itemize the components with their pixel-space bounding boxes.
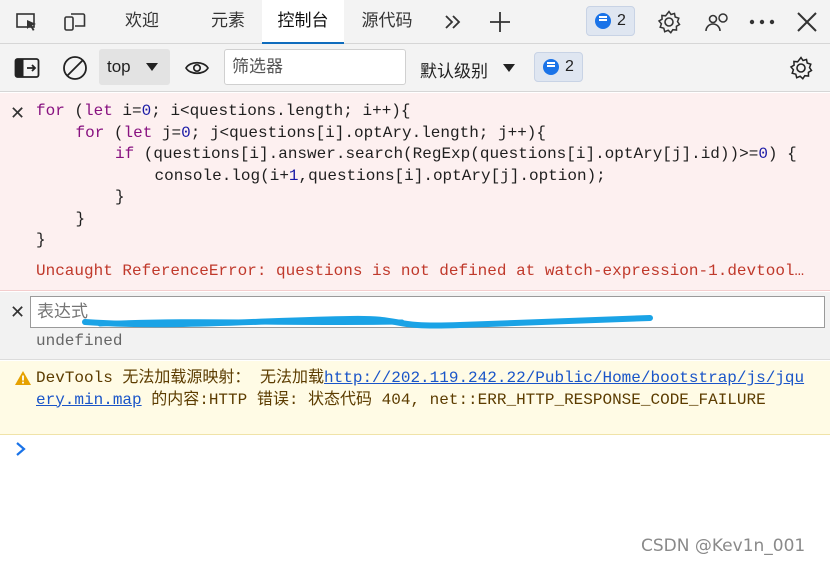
code-token: 0 bbox=[758, 145, 768, 163]
expression-code[interactable]: for (let i=0; i<questions.length; i++){f… bbox=[36, 101, 797, 252]
console-toolbar: top 默认级别 2 bbox=[0, 44, 830, 92]
code-line: for (let i=0; i<questions.length; i++){ bbox=[36, 101, 797, 123]
code-line: for (let j=0; j<questions[i].optAry.leng… bbox=[36, 123, 797, 145]
code-token: let bbox=[123, 123, 153, 142]
chevron-down-icon bbox=[503, 64, 515, 72]
message-bubble-icon bbox=[543, 59, 559, 75]
chevron-double-right-icon[interactable] bbox=[438, 7, 468, 37]
error-message: Uncaught ReferenceError: questions is no… bbox=[36, 262, 805, 280]
javascript-context-select[interactable]: top bbox=[99, 49, 170, 85]
code-token: if bbox=[115, 145, 135, 163]
warning-prefix: DevTools 无法加载源映射： 无法加载 bbox=[36, 369, 325, 387]
code-token: ; i<questions.length; i++){ bbox=[151, 102, 411, 120]
code-token: ( bbox=[104, 123, 124, 142]
console-issues-count: 2 bbox=[565, 58, 574, 75]
gear-icon[interactable] bbox=[654, 7, 684, 37]
code-token: } bbox=[75, 209, 86, 228]
message-bubble-icon bbox=[595, 13, 611, 29]
device-emulation-icon[interactable] bbox=[60, 7, 90, 37]
code-token: ) { bbox=[767, 145, 797, 163]
clear-console-icon[interactable] bbox=[60, 53, 90, 83]
code-token: (questions[i].answer.search(RegExp(quest… bbox=[134, 145, 759, 163]
code-token: for bbox=[36, 102, 65, 120]
tab-console[interactable]: 控制台 bbox=[262, 0, 344, 44]
code-line: } bbox=[36, 230, 797, 252]
code-line: if (questions[i].answer.search(RegExp(qu… bbox=[36, 144, 797, 166]
code-token: j= bbox=[152, 123, 182, 142]
console-prompt-chevron-icon[interactable] bbox=[14, 440, 28, 463]
warning-message: DevTools 无法加载源映射： 无法加载http://202.119.242… bbox=[36, 368, 806, 411]
code-token: 0 bbox=[181, 123, 191, 142]
console-settings-gear-icon[interactable] bbox=[786, 53, 816, 83]
code-token: ( bbox=[64, 102, 85, 120]
code-line: } bbox=[36, 187, 797, 209]
filter-input[interactable] bbox=[224, 49, 406, 85]
log-level-dropdown[interactable]: 默认级别 bbox=[420, 57, 488, 82]
tab-elements[interactable]: 元素 bbox=[196, 0, 260, 44]
code-token: i= bbox=[112, 102, 142, 120]
code-token: ; j<questions[i].optAry.length; j++){ bbox=[190, 123, 547, 142]
live-expression-edit: ✕ undefined bbox=[0, 292, 830, 360]
console-warning: DevTools 无法加载源映射： 无法加载http://202.119.242… bbox=[0, 361, 830, 435]
console-issues-badge[interactable]: 2 bbox=[534, 52, 583, 82]
redaction-scribble bbox=[82, 315, 653, 329]
code-token: ,questions[i].optAry[j].option); bbox=[298, 166, 606, 185]
more-options-icon[interactable] bbox=[747, 7, 777, 37]
code-token: for bbox=[75, 123, 105, 142]
code-token: console.log(i+ bbox=[154, 166, 289, 185]
code-token: } bbox=[115, 188, 125, 206]
warning-triangle-icon bbox=[15, 371, 31, 385]
chevron-down-icon bbox=[146, 63, 158, 71]
customize-devtools-icon[interactable] bbox=[702, 7, 732, 37]
code-token: let bbox=[84, 102, 113, 120]
expression-result: undefined bbox=[36, 332, 123, 350]
remove-expression-close-icon[interactable]: ✕ bbox=[10, 302, 25, 323]
plus-icon[interactable] bbox=[485, 7, 515, 37]
code-line: } bbox=[36, 209, 797, 231]
watermark: CSDN @Kev1n_001 bbox=[641, 536, 806, 556]
live-expression-eye-icon[interactable] bbox=[182, 53, 212, 83]
issues-count: 2 bbox=[617, 12, 626, 29]
issues-badge[interactable]: 2 bbox=[586, 6, 635, 36]
code-token: 0 bbox=[141, 102, 152, 120]
close-devtools-icon[interactable] bbox=[792, 7, 822, 37]
sidebar-toggle-icon[interactable] bbox=[12, 53, 42, 83]
devtools-tabbar: 欢迎 元素 控制台 源代码 2 bbox=[0, 0, 830, 44]
code-line: console.log(i+1,questions[i].optAry[j].o… bbox=[36, 166, 797, 188]
context-value: top bbox=[107, 57, 131, 76]
tab-sources[interactable]: 源代码 bbox=[352, 0, 422, 44]
tab-welcome[interactable]: 欢迎 bbox=[110, 0, 174, 44]
remove-expression-close-icon[interactable]: ✕ bbox=[10, 103, 25, 124]
inspect-element-icon[interactable] bbox=[12, 7, 42, 37]
code-token: } bbox=[36, 231, 46, 249]
code-token: 1 bbox=[288, 166, 299, 185]
live-expression-error: ✕ for (let i=0; i<questions.length; i++)… bbox=[0, 93, 830, 291]
warning-suffix: 的内容:HTTP 错误: 状态代码 404, net::ERR_HTTP_RES… bbox=[141, 390, 766, 409]
